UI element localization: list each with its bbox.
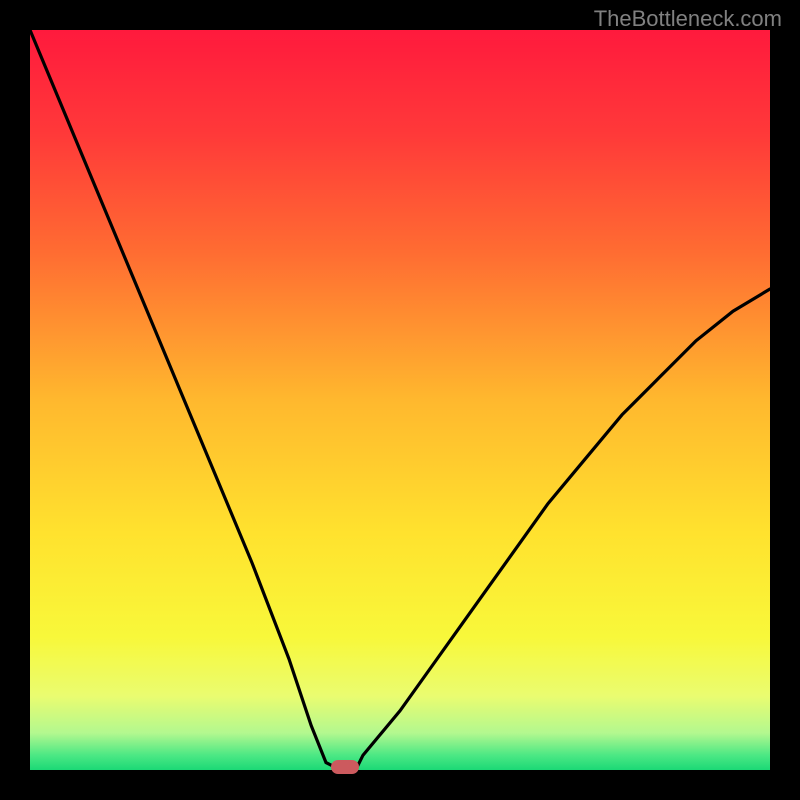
- chart-frame: TheBottleneck.com: [0, 0, 800, 800]
- bottleneck-curve: [30, 30, 770, 770]
- plot-area: [30, 30, 770, 770]
- watermark-text: TheBottleneck.com: [594, 6, 782, 32]
- optimal-marker: [331, 760, 359, 774]
